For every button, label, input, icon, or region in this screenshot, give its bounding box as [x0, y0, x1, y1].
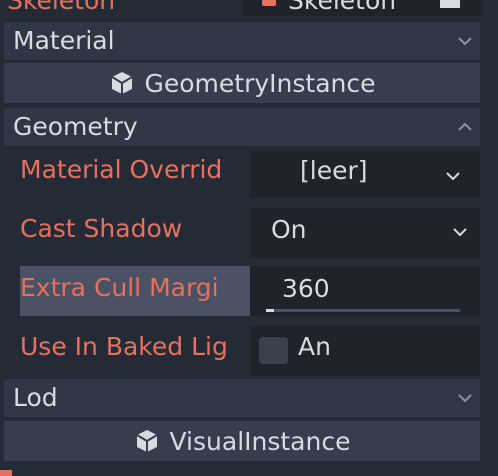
use-in-baked-light-checkbox[interactable] [259, 337, 288, 364]
cast-shadow-label: Cast Shadow [20, 214, 183, 243]
document-icon[interactable] [440, 0, 460, 8]
cast-shadow-select[interactable]: On [250, 208, 480, 258]
chevron-down-icon [458, 394, 472, 403]
extra-cull-margin-label: Extra Cull Margi [20, 273, 219, 302]
chevron-down-icon [458, 37, 472, 46]
skeleton-property-value: Skeleton [288, 0, 397, 15]
material-override-select[interactable]: [leer] [250, 150, 480, 198]
use-in-baked-light-label: Use In Baked Lig [20, 332, 228, 361]
class-name-geometry-instance: GeometryInstance [144, 68, 376, 98]
section-lod[interactable]: Lod [4, 379, 480, 417]
chevron-down-icon [453, 228, 467, 237]
next-property-label-edge [0, 470, 12, 476]
skeleton-icon [262, 0, 276, 6]
extra-cull-margin-slider[interactable] [266, 309, 460, 312]
section-geometry[interactable]: Geometry [4, 108, 480, 146]
section-lod-label: Lod [13, 383, 58, 412]
use-in-baked-light-value: An [298, 332, 331, 361]
slider-grabber[interactable] [266, 309, 274, 312]
class-header-visual-instance[interactable]: VisualInstance [4, 421, 480, 461]
cast-shadow-value: On [271, 215, 307, 244]
skeleton-property-label: Skeleton [7, 0, 116, 15]
material-override-value: [leer] [300, 156, 368, 185]
cube-icon [135, 430, 158, 452]
extra-cull-margin-value: 360 [282, 274, 330, 303]
material-override-label: Material Overrid [20, 155, 223, 184]
section-material-label: Material [13, 26, 115, 55]
section-geometry-label: Geometry [13, 112, 138, 141]
chevron-up-icon [458, 122, 472, 131]
cube-icon [110, 72, 133, 94]
section-material[interactable]: Material [4, 22, 480, 60]
chevron-down-icon [446, 172, 460, 181]
class-header-geometry-instance[interactable]: GeometryInstance [4, 63, 480, 103]
class-name-visual-instance: VisualInstance [169, 426, 351, 456]
